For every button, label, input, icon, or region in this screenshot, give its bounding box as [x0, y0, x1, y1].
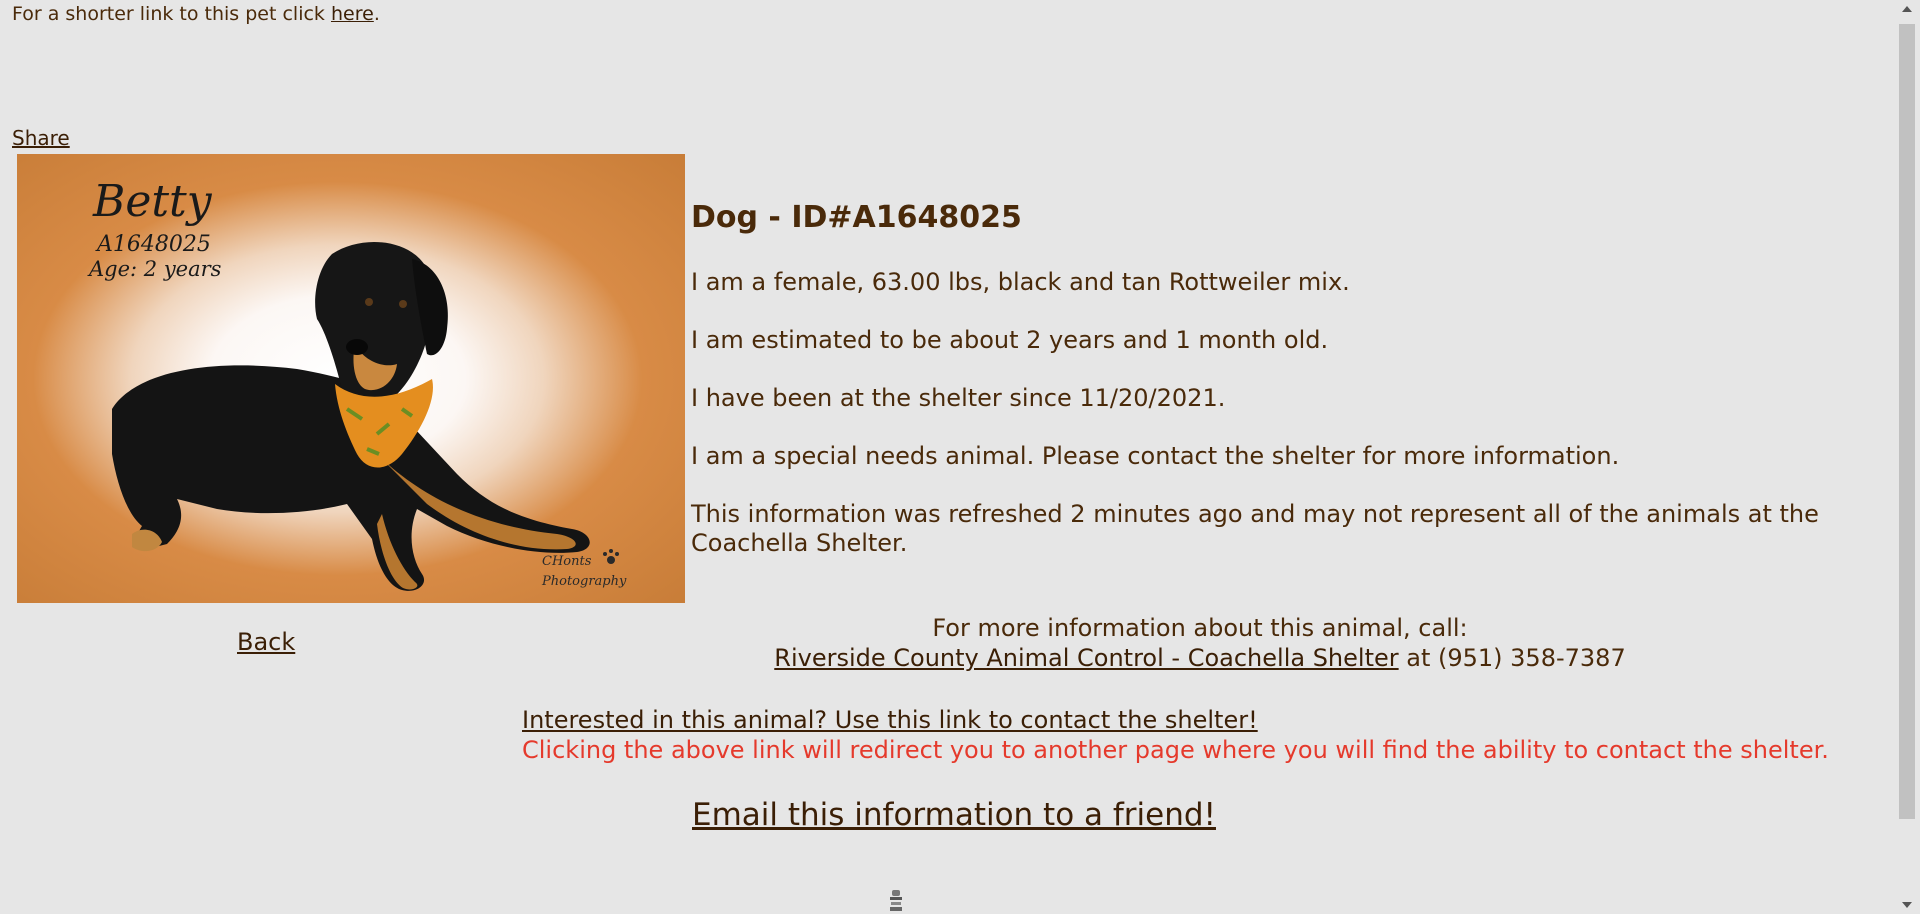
- photo-credit-line1: CHonts: [542, 554, 592, 569]
- pet-heading: Dog - ID#A1648025: [691, 200, 1022, 235]
- photo-pet-id: A1648025: [97, 232, 211, 257]
- dog-eye-right: [399, 300, 407, 308]
- photo-pet-age: Age: 2 years: [89, 257, 222, 281]
- short-link-suffix: .: [373, 3, 380, 25]
- photo-pet-name: Betty: [93, 176, 212, 227]
- call-line: Riverside County Animal Control - Coache…: [680, 643, 1720, 673]
- photo-credit: CHonts Photography: [542, 552, 626, 592]
- shelter-phone: at (951) 358-7387: [1398, 644, 1626, 672]
- dog-eye-left: [365, 298, 373, 306]
- scroll-up-icon[interactable]: [1902, 6, 1912, 12]
- call-info: For more information about this animal, …: [680, 613, 1720, 673]
- dog-nose: [346, 339, 368, 355]
- redirect-warning: Clicking the above link will redirect yo…: [522, 736, 1829, 764]
- short-link-prefix: For a shorter link to this pet click: [12, 3, 331, 25]
- contact-section: Interested in this animal? Use this link…: [522, 705, 1829, 765]
- back-link[interactable]: Back: [237, 628, 295, 656]
- scroll-down-icon[interactable]: [1902, 902, 1912, 908]
- pet-special-needs: I am a special needs animal. Please cont…: [691, 442, 1620, 470]
- photo-credit-line2: Photography: [542, 574, 627, 589]
- pet-detail-page: For a shorter link to this pet click her…: [0, 0, 1894, 914]
- pet-intake-date: I have been at the shelter since 11/20/2…: [691, 384, 1226, 412]
- pet-description: I am a female, 63.00 lbs, black and tan …: [691, 268, 1350, 296]
- scrollbar-thumb[interactable]: [1899, 24, 1915, 819]
- share-link[interactable]: Share: [12, 126, 70, 150]
- short-link-here[interactable]: here: [331, 3, 374, 25]
- vertical-scrollbar[interactable]: [1894, 0, 1920, 914]
- pet-photo: Betty A1648025 Age: 2 years CHonts Photo…: [17, 154, 685, 603]
- email-friend-link[interactable]: Email this information to a friend!: [692, 797, 1216, 833]
- loading-spinner-icon: [890, 890, 902, 911]
- refresh-notice: This information was refreshed 2 minutes…: [691, 500, 1819, 557]
- contact-shelter-link[interactable]: Interested in this animal? Use this link…: [522, 706, 1258, 734]
- call-prompt: For more information about this animal, …: [932, 614, 1468, 642]
- shelter-link[interactable]: Riverside County Animal Control - Coache…: [774, 644, 1398, 672]
- short-link-line: For a shorter link to this pet click her…: [12, 3, 380, 25]
- pet-age-estimate: I am estimated to be about 2 years and 1…: [691, 326, 1329, 354]
